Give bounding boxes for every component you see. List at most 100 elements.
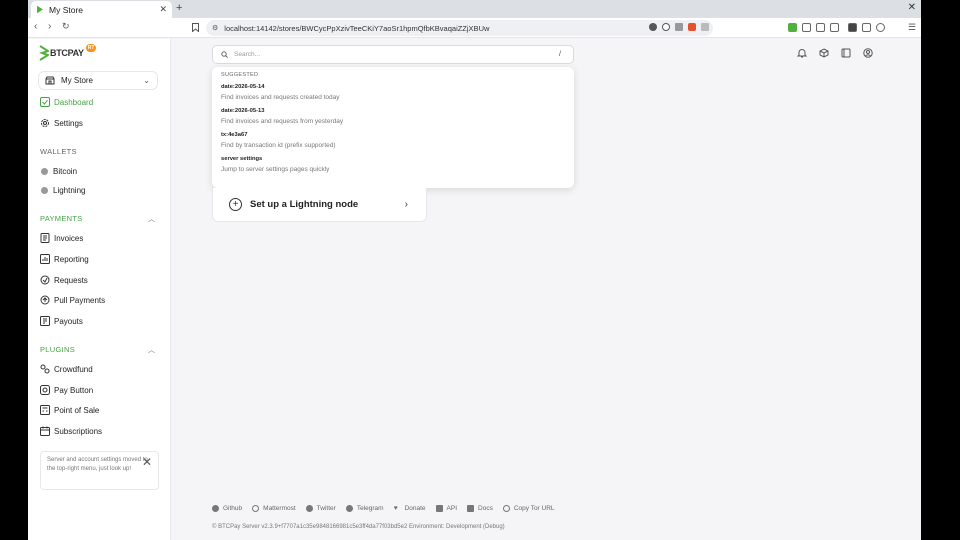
footer-link-label: Twitter <box>316 505 336 512</box>
suggestion-desc: Find invoices and requests from yesterda… <box>221 118 344 125</box>
suggestion-key: date:2026-05-14 <box>221 84 265 90</box>
suggested-header: SUGGESTED <box>221 72 259 78</box>
sidebar-item-label: Invoices <box>54 233 84 243</box>
twitter-icon <box>305 505 313 512</box>
extensions-puzzle-icon[interactable] <box>830 23 839 32</box>
sidebar-item-label: Reporting <box>54 254 89 264</box>
setup-lightning-card[interactable]: + Set up a Lightning node › <box>212 188 427 222</box>
shield-icon[interactable] <box>688 23 696 31</box>
footer-link-twitter[interactable]: Twitter <box>305 505 336 512</box>
rewards-icon[interactable] <box>701 23 709 31</box>
address-bar[interactable]: ⚙ localhost:14142/stores/BWCycPpXzivTeeC… <box>206 20 713 36</box>
chevron-up-icon[interactable]: ︿ <box>148 345 155 355</box>
telegram-icon <box>345 505 353 512</box>
search-input[interactable]: Search... / <box>212 45 574 64</box>
setup-lightning-label: Set up a Lightning node <box>250 199 359 210</box>
browser-toolbar: ‹ › ↻ ⚙ localhost:14142/stores/BWCycPpXz… <box>28 18 921 38</box>
chevron-right-icon: › <box>404 199 408 210</box>
search-icon <box>221 51 228 58</box>
btcpay-logo[interactable]: BTCPAY RT <box>39 44 97 61</box>
bell-icon[interactable] <box>797 48 807 58</box>
mattermost-icon <box>252 505 260 512</box>
extension-icon[interactable] <box>816 23 825 32</box>
screen-edge <box>921 0 960 540</box>
sidebar-item-requests[interactable]: Requests <box>40 273 88 287</box>
tab-strip: My Store ✕ + ✕ <box>28 0 921 18</box>
footer-link-label: Mattermost <box>263 505 296 512</box>
footer-link-telegram[interactable]: Telegram <box>345 505 384 512</box>
store-selector[interactable]: My Store ⌄ <box>38 71 158 90</box>
footer-link-label: Docs <box>478 505 493 512</box>
search-placeholder: Search... <box>234 51 261 58</box>
gear-icon <box>41 119 49 127</box>
sidebar-item-bitcoin[interactable]: Bitcoin <box>40 164 77 178</box>
search-shortcut: / <box>559 51 561 58</box>
window-close-icon[interactable]: ✕ <box>908 2 916 13</box>
docs-icon[interactable] <box>841 48 851 58</box>
heart-icon: ♥ <box>393 505 398 512</box>
site-settings-icon[interactable]: ⚙ <box>212 24 218 32</box>
sidebar-toggle-icon[interactable] <box>848 23 857 32</box>
suggestion-key: server settings <box>221 156 263 162</box>
footer-link-github[interactable]: Github <box>212 505 242 512</box>
sidebar-item-label: Point of Sale <box>54 405 100 415</box>
account-icon[interactable] <box>863 48 873 58</box>
sidebar-item-invoices[interactable]: Invoices <box>40 231 83 245</box>
leo-ai-icon[interactable] <box>876 23 885 32</box>
bookmark-icon[interactable] <box>192 23 199 32</box>
new-tab-icon[interactable]: + <box>176 2 182 14</box>
sidebar-item-label: Lightning <box>53 185 86 195</box>
footer-link-mattermost[interactable]: Mattermost <box>252 505 296 512</box>
footer-link-label: Github <box>223 505 243 512</box>
sidebar-item-point-of-sale[interactable]: Point of Sale <box>40 403 99 417</box>
forward-icon[interactable]: › <box>48 21 51 32</box>
sidebar-item-pay-button[interactable]: Pay Button <box>40 383 93 397</box>
sidebar-item-dashboard[interactable]: Dashboard <box>40 95 93 109</box>
store-icon <box>45 76 55 85</box>
theme-icon[interactable] <box>649 23 657 31</box>
footer-link-docs[interactable]: Docs <box>467 505 493 512</box>
menu-icon[interactable]: ☰ <box>908 22 916 33</box>
github-icon <box>212 505 219 512</box>
suggestion-item[interactable]: tx:4e3a67 Find by transaction id (prefix… <box>221 132 565 149</box>
browser-window: My Store ✕ + ✕ ‹ › ↻ ⚙ localhost:14142/s… <box>28 0 921 540</box>
suggestion-desc: Find invoices and requests created today <box>221 94 340 101</box>
api-icon <box>435 505 443 512</box>
suggestion-item[interactable]: date:2026-05-14 Find invoices and reques… <box>221 84 565 101</box>
settings-moved-notice: Server and account settings moved to the… <box>40 451 159 490</box>
sidebar-item-crowdfund[interactable]: Crowdfund <box>40 362 93 376</box>
sidebar-item-label: Payouts <box>54 316 83 326</box>
footer-links: Github Mattermost Twitter Telegram ♥ Dona… <box>212 505 555 512</box>
suggestion-desc: Jump to server settings pages quickly <box>221 166 330 173</box>
footer-link-api[interactable]: API <box>435 505 457 512</box>
sidebar-item-pull-payments[interactable]: Pull Payments <box>40 293 105 307</box>
box-icon[interactable] <box>819 48 829 58</box>
wallet-icon[interactable] <box>862 23 871 32</box>
bitcoin-icon <box>41 167 48 175</box>
sidebar-item-settings[interactable]: Settings <box>40 116 83 130</box>
chevron-up-icon[interactable]: ︿ <box>148 214 155 224</box>
sidebar-item-payouts[interactable]: Payouts <box>40 314 83 328</box>
suggestion-item[interactable]: server settings Jump to server settings … <box>221 156 565 173</box>
sidebar-item-reporting[interactable]: Reporting <box>40 252 89 266</box>
plus-circle-icon: + <box>229 198 242 211</box>
footer-link-donate[interactable]: ♥ Donate <box>394 505 426 512</box>
back-icon[interactable]: ‹ <box>34 21 37 32</box>
logo-text: BTCPAY <box>50 48 84 58</box>
sidebar-item-subscriptions[interactable]: Subscriptions <box>40 424 102 438</box>
sidebar-item-lightning[interactable]: Lightning <box>40 183 85 197</box>
zoom-icon[interactable] <box>662 23 670 31</box>
pull-payments-icon <box>40 295 50 305</box>
sidebar-item-label: Requests <box>54 275 88 285</box>
suggestion-item[interactable]: date:2026-05-13 Find invoices and reques… <box>221 108 565 125</box>
share-icon[interactable] <box>675 23 683 31</box>
tab-close-icon[interactable]: ✕ <box>159 4 167 15</box>
tor-icon <box>502 505 510 512</box>
footer-link-copy-tor[interactable]: Copy Tor URL <box>502 505 555 512</box>
extension-icon[interactable] <box>802 23 811 32</box>
browser-tab[interactable]: My Store ✕ <box>31 1 172 18</box>
url-text: localhost:14142/stores/BWCycPpXzivTeeCKi… <box>224 23 490 33</box>
btcpay-extension-icon[interactable] <box>788 23 797 32</box>
close-icon[interactable]: ✕ <box>142 453 152 471</box>
reload-icon[interactable]: ↻ <box>62 21 70 32</box>
